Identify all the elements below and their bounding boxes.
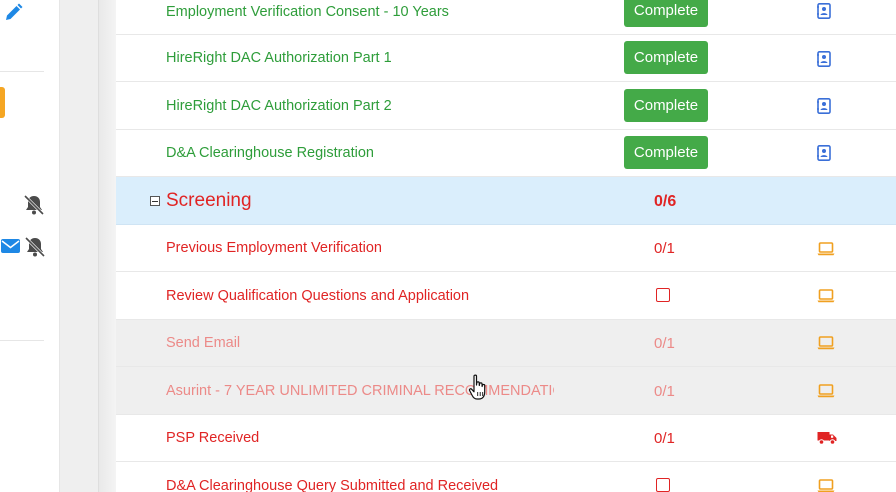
panel-edge-shadow [98,0,116,492]
sidebar-divider [0,340,44,341]
item-progress: 0/1 [654,335,675,352]
contact-card-icon[interactable] [817,98,831,114]
contact-card-icon[interactable] [817,51,831,67]
item-name[interactable]: Asurint - 7 YEAR UNLIMITED CRIMINAL RECO… [166,383,554,399]
item-name[interactable]: D&A Clearinghouse Query Submitted and Re… [166,478,498,492]
collapse-toggle[interactable] [150,196,160,206]
complete-status-button[interactable]: Complete [624,89,708,122]
item-checkbox[interactable] [656,288,670,302]
contact-card-icon[interactable] [817,145,831,161]
checklist-row[interactable]: Employment Verification Consent - 10 Yea… [116,0,896,35]
item-name[interactable]: PSP Received [166,430,259,446]
item-progress: 0/1 [654,383,675,400]
laptop-icon[interactable] [817,242,835,256]
item-name[interactable]: D&A Clearinghouse Registration [166,145,374,161]
checklist-row[interactable]: Send Email 0/1 [116,320,896,367]
checklist-row[interactable]: Review Qualification Questions and Appli… [116,272,896,320]
bell-off-icon[interactable] [23,235,47,259]
complete-status-button[interactable]: Complete [624,136,708,169]
checklist-row[interactable]: PSP Received 0/1 [116,415,896,462]
left-sidebar [0,0,60,492]
item-name[interactable]: HireRight DAC Authorization Part 1 [166,50,392,66]
item-progress: 0/1 [654,430,675,447]
group-progress: 0/6 [654,193,677,210]
hand-cursor-icon [468,374,486,400]
truck-icon[interactable] [817,431,837,445]
mail-icon[interactable] [1,238,20,254]
checklist-row[interactable]: Previous Employment Verification 0/1 [116,225,896,272]
laptop-icon[interactable] [817,384,835,398]
group-title[interactable]: Screening [166,190,252,212]
contact-card-icon[interactable] [817,3,831,19]
checklist-row[interactable]: HireRight DAC Authorization Part 1 Compl… [116,35,896,82]
item-progress: 0/1 [654,240,675,257]
pencil-icon[interactable] [3,3,23,23]
laptop-icon[interactable] [817,479,835,492]
complete-status-button[interactable]: Complete [624,41,708,74]
checklist-row[interactable]: Asurint - 7 YEAR UNLIMITED CRIMINAL RECO… [116,367,896,415]
item-name[interactable]: Employment Verification Consent - 10 Yea… [166,4,449,20]
checklist-row[interactable]: D&A Clearinghouse Registration Complete [116,130,896,177]
active-indicator-tab[interactable] [0,87,5,118]
screening-group-header[interactable]: Screening 0/6 [116,177,896,225]
item-checkbox[interactable] [656,478,670,492]
laptop-icon[interactable] [817,289,835,303]
checklist-row[interactable]: D&A Clearinghouse Query Submitted and Re… [116,462,896,492]
item-name[interactable]: Send Email [166,335,240,351]
checklist-row[interactable]: HireRight DAC Authorization Part 2 Compl… [116,82,896,130]
checklist-panel: Employment Verification Consent - 10 Yea… [116,0,896,492]
complete-status-button[interactable]: Complete [624,0,708,27]
item-name[interactable]: Previous Employment Verification [166,240,382,256]
laptop-icon[interactable] [817,336,835,350]
item-name[interactable]: HireRight DAC Authorization Part 2 [166,98,392,114]
bell-off-icon[interactable] [22,193,46,217]
item-name[interactable]: Review Qualification Questions and Appli… [166,288,469,304]
sidebar-divider [0,71,44,72]
